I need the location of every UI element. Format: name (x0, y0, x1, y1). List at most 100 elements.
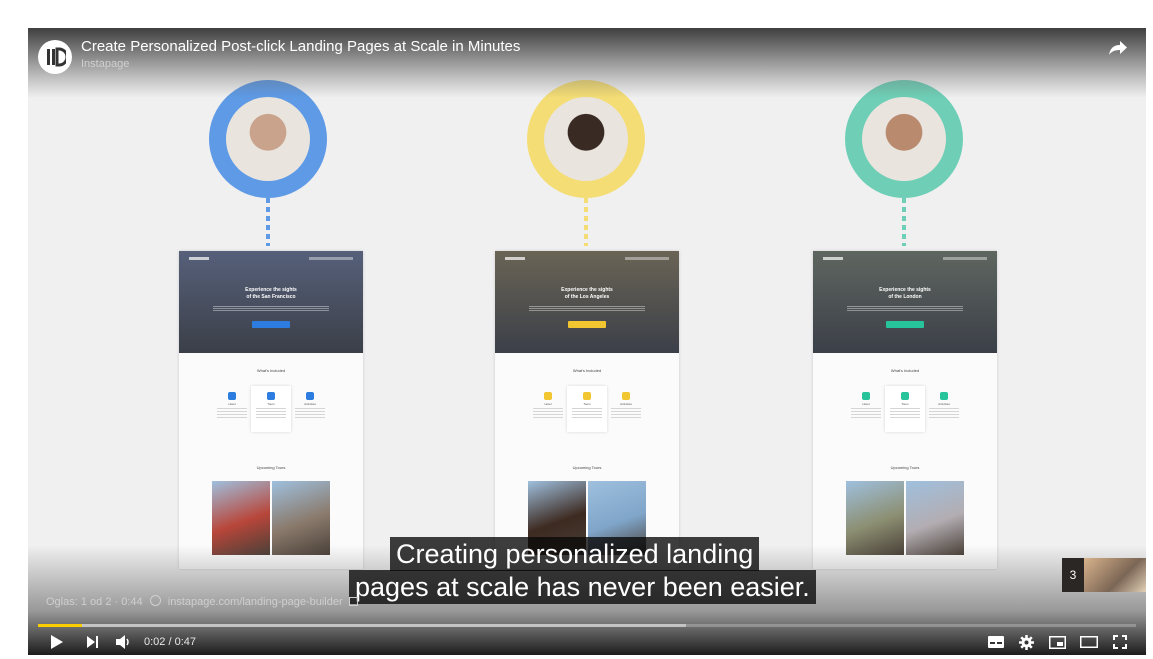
persona-photo (544, 97, 628, 181)
lp-feature-card: Tours (885, 386, 925, 432)
ad-url-link[interactable]: instapage.com/landing-page-builder (168, 596, 343, 608)
lp-feature-title: Hotel (862, 402, 870, 406)
lp-feature-text (295, 408, 325, 420)
control-bar: 0:02 / 0:47 (28, 629, 1146, 655)
lp-feature-card: Hotel (212, 386, 252, 432)
lp-feature-icon (228, 392, 236, 400)
lp-feature-title: Activities (620, 402, 632, 406)
persona-photo (862, 97, 946, 181)
lp-feature-icon (267, 392, 275, 400)
channel-name[interactable]: Instapage (81, 58, 129, 70)
lp-feature-title: Tours (267, 402, 275, 406)
connector-dashes (266, 198, 270, 246)
lp-feature-text (851, 408, 881, 420)
caption-line-2: pages at scale has never been easier. (349, 570, 816, 604)
channel-logo-icon[interactable] (38, 40, 72, 74)
lp-hero: Experience the sights of the San Francisc… (179, 251, 363, 353)
lp-feature-text (890, 408, 920, 420)
lp-headline: Experience the sights of the San Francisc… (179, 287, 363, 301)
lp-feature-card: Hotel (528, 386, 568, 432)
lp-feature-icon (583, 392, 591, 400)
lp-feature-icon (622, 392, 630, 400)
lp-menu (943, 257, 987, 260)
lp-tour-image (212, 481, 270, 555)
landing-page-preview: Experience the sights of the Los Angeles W… (495, 251, 679, 569)
landing-page-preview: Experience the sights of the San Francisc… (179, 251, 363, 569)
lp-section-label: Upcoming Tours (572, 465, 602, 470)
lp-section-label: Upcoming Tours (256, 465, 286, 470)
lp-feature-text (256, 408, 286, 420)
lp-cta-button (252, 321, 290, 328)
lp-headline: Experience the sights of the Los Angeles (495, 287, 679, 301)
lp-feature-text (217, 408, 247, 420)
lp-feature-card: Tours (567, 386, 607, 432)
ad-info: Oglas: 1 od 2 · 0:44 instapage.com/landi… (46, 595, 358, 608)
lp-cta-button (568, 321, 606, 328)
lp-paragraph (847, 306, 963, 311)
lp-brand (823, 257, 843, 260)
lp-feature-title: Activities (938, 402, 950, 406)
lp-paragraph (529, 306, 645, 311)
progress-bar[interactable] (38, 624, 1136, 627)
lp-menu (309, 257, 353, 260)
time-display: 0:02 / 0:47 (144, 636, 196, 648)
lp-menu (625, 257, 669, 260)
info-icon[interactable] (149, 595, 161, 606)
persona-photo (226, 97, 310, 181)
video-title[interactable]: Create Personalized Post-click Landing P… (81, 38, 520, 55)
lp-headline-line-1: Experience the sights (561, 287, 613, 293)
progress-loaded (38, 624, 686, 627)
lp-section-label: What's Included (890, 368, 920, 373)
connector-dashes (584, 198, 588, 246)
lp-feature-icon (544, 392, 552, 400)
lp-feature-title: Hotel (544, 402, 552, 406)
lp-feature-text (572, 408, 602, 420)
lp-paragraph (213, 306, 329, 311)
lp-feature-title: Hotel (228, 402, 236, 406)
volume-icon[interactable] (114, 633, 134, 651)
lp-feature-icon (901, 392, 909, 400)
settings-gear-icon[interactable] (1016, 633, 1036, 651)
theater-mode-icon[interactable] (1078, 633, 1100, 651)
lp-headline-line-2: of the London (888, 294, 922, 300)
endscreen-count[interactable]: 3 (1062, 558, 1084, 592)
progress-played (38, 624, 82, 627)
play-icon[interactable] (48, 633, 66, 651)
lp-hero: Experience the sights of the London (813, 251, 997, 353)
subtitles-icon[interactable] (986, 633, 1006, 651)
lp-feature-card: Activities (290, 386, 330, 432)
video-player[interactable]: Experience the sights of the San Francisc… (28, 28, 1146, 655)
fullscreen-icon[interactable] (1110, 633, 1130, 651)
lp-headline: Experience the sights of the London (813, 287, 997, 301)
lp-section-label: Upcoming Tours (890, 465, 920, 470)
lp-feature-title: Tours (901, 402, 909, 406)
share-icon[interactable] (1108, 40, 1128, 61)
lp-feature-card: Hotel (846, 386, 886, 432)
lp-headline-line-1: Experience the sights (879, 287, 931, 293)
lp-headline-line-1: Experience the sights (245, 287, 297, 293)
external-link-icon[interactable] (348, 597, 358, 606)
lp-brand (189, 257, 209, 260)
connector-dashes (902, 198, 906, 246)
lp-feature-title: Activities (304, 402, 316, 406)
caption-line-1: Creating personalized landing (390, 537, 760, 571)
ad-label: Oglas: 1 od 2 · 0:44 (46, 596, 143, 608)
next-icon[interactable] (84, 633, 102, 651)
lp-tour-image (906, 481, 964, 555)
lp-tour-image (846, 481, 904, 555)
lp-feature-icon (306, 392, 314, 400)
lp-feature-icon (862, 392, 870, 400)
miniplayer-icon[interactable] (1046, 633, 1068, 651)
lp-tour-image (272, 481, 330, 555)
lp-hero: Experience the sights of the Los Angeles (495, 251, 679, 353)
lp-feature-card: Activities (924, 386, 964, 432)
lp-section-label: What's Included (572, 368, 602, 373)
lp-feature-text (533, 408, 563, 420)
lp-feature-text (611, 408, 641, 420)
lp-section-label: What's Included (256, 368, 286, 373)
lp-brand (505, 257, 525, 260)
lp-feature-card: Tours (251, 386, 291, 432)
landing-page-preview: Experience the sights of the London What's… (813, 251, 997, 569)
lp-headline-line-2: of the Los Angeles (564, 294, 610, 300)
lp-headline-line-2: of the San Francisco (246, 294, 296, 300)
